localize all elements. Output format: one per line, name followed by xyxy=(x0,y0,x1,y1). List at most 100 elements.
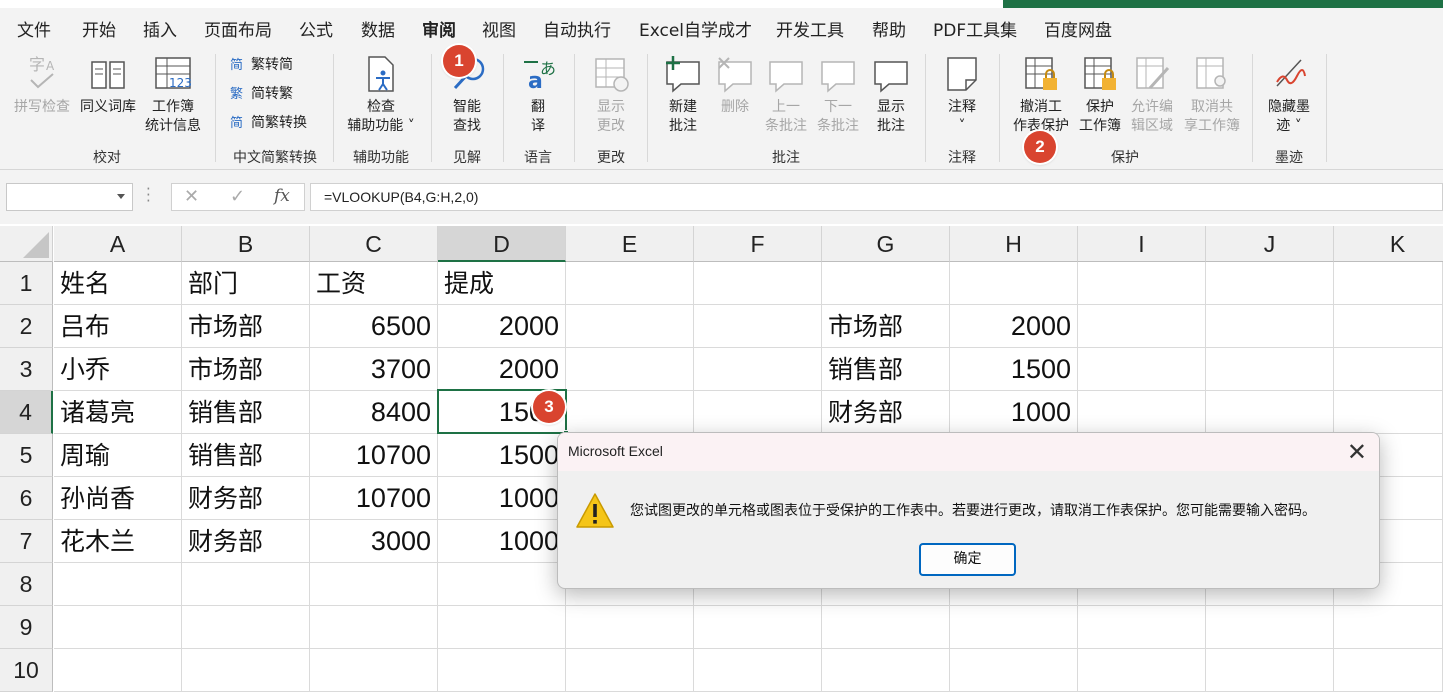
grid-cell[interactable] xyxy=(950,262,1078,305)
grid-cell[interactable] xyxy=(950,649,1078,692)
new-comment-button[interactable]: 新建 批注 xyxy=(654,54,712,136)
select-all-button[interactable] xyxy=(0,226,53,262)
row-header-5[interactable]: 5 xyxy=(0,434,53,477)
grid-cell[interactable] xyxy=(694,262,822,305)
show-changes-button[interactable]: 显示 更改 xyxy=(580,54,642,136)
menu-view[interactable]: 视图 xyxy=(482,16,516,41)
grid-cell[interactable] xyxy=(1206,262,1334,305)
cell-b6[interactable]: 财务部 xyxy=(182,477,310,520)
grid-cell[interactable] xyxy=(438,563,566,606)
menu-page-layout[interactable]: 页面布局 xyxy=(204,16,272,41)
grid-cell[interactable] xyxy=(1206,649,1334,692)
menu-formulas[interactable]: 公式 xyxy=(299,16,333,41)
menu-pdf-tools[interactable]: PDF工具集 xyxy=(933,16,1017,41)
chinese-convert-button[interactable]: 简 简繁转换 xyxy=(229,112,307,132)
grid-cell[interactable] xyxy=(1206,348,1334,391)
cell-d3[interactable]: 2000 xyxy=(438,348,566,391)
grid-cell[interactable] xyxy=(1078,348,1206,391)
grid-cell[interactable] xyxy=(182,606,310,649)
notes-button[interactable]: 注释 ˅ xyxy=(934,54,990,136)
grid-cell[interactable] xyxy=(1334,606,1443,649)
grid-cell[interactable] xyxy=(1334,649,1443,692)
column-header-g[interactable]: G xyxy=(822,226,950,262)
menu-review[interactable]: 审阅 xyxy=(422,16,456,41)
cell-c4[interactable]: 8400 xyxy=(310,391,438,434)
menu-insert[interactable]: 插入 xyxy=(143,16,177,41)
unprotect-sheet-button[interactable]: 撤消工 作表保护 xyxy=(1006,54,1076,136)
grid-cell[interactable] xyxy=(54,563,182,606)
drag-handle-icon[interactable]: · · · xyxy=(146,182,151,209)
column-header-i[interactable]: I xyxy=(1078,226,1206,262)
grid-cell[interactable] xyxy=(694,305,822,348)
cell-d1[interactable]: 提成 xyxy=(438,262,566,305)
grid-cell[interactable] xyxy=(310,563,438,606)
grid-cell[interactable] xyxy=(694,391,822,434)
cell-c2[interactable]: 6500 xyxy=(310,305,438,348)
menu-excel-self-study[interactable]: Excel自学成才 xyxy=(639,16,752,41)
hide-ink-button[interactable]: 隐藏墨 迹 ˅ xyxy=(1260,54,1318,136)
grid-cell[interactable] xyxy=(310,649,438,692)
translate-button[interactable]: aあ 翻 译 xyxy=(509,54,567,136)
cell-c3[interactable]: 3700 xyxy=(310,348,438,391)
grid-cell[interactable] xyxy=(1078,391,1206,434)
cell-a7[interactable]: 花木兰 xyxy=(54,520,182,563)
row-header-8[interactable]: 8 xyxy=(0,563,53,606)
grid-cell[interactable] xyxy=(310,606,438,649)
grid-cell[interactable] xyxy=(694,606,822,649)
grid-cell[interactable] xyxy=(1334,348,1443,391)
spellcheck-button[interactable]: 字A 拼写检查 xyxy=(10,54,74,117)
delete-comment-button[interactable]: 删除 xyxy=(712,54,758,117)
column-header-a[interactable]: A xyxy=(54,226,182,262)
cell-c5[interactable]: 10700 xyxy=(310,434,438,477)
column-header-d[interactable]: D xyxy=(438,226,566,262)
row-header-6[interactable]: 6 xyxy=(0,477,53,520)
cell-c7[interactable]: 3000 xyxy=(310,520,438,563)
cell-b1[interactable]: 部门 xyxy=(182,262,310,305)
grid-cell[interactable] xyxy=(822,606,950,649)
grid-cell[interactable] xyxy=(822,649,950,692)
cell-a4[interactable]: 诸葛亮 xyxy=(54,391,182,434)
unshare-workbook-button[interactable]: 取消共 享工作簿 xyxy=(1180,54,1244,136)
thesaurus-button[interactable]: 同义词库 xyxy=(76,54,140,117)
workbook-statistics-button[interactable]: 123 工作簿 统计信息 xyxy=(140,54,206,136)
cell-d6[interactable]: 1000 xyxy=(438,477,566,520)
cell-c1[interactable]: 工资 xyxy=(310,262,438,305)
allow-edit-ranges-button[interactable]: 允许编 辑区域 xyxy=(1126,54,1178,136)
grid-cell[interactable] xyxy=(566,649,694,692)
enter-icon[interactable]: ✓ xyxy=(230,186,245,207)
cell-a5[interactable]: 周瑜 xyxy=(54,434,182,477)
cell-g4[interactable]: 财务部 xyxy=(822,391,950,434)
cell-b7[interactable]: 财务部 xyxy=(182,520,310,563)
grid-cell[interactable] xyxy=(1206,305,1334,348)
grid-cell[interactable] xyxy=(182,563,310,606)
show-comments-button[interactable]: 显示 批注 xyxy=(866,54,916,136)
row-header-9[interactable]: 9 xyxy=(0,606,53,649)
ok-button[interactable]: 确定 xyxy=(919,543,1016,576)
grid-cell[interactable] xyxy=(566,606,694,649)
grid-cell[interactable] xyxy=(54,649,182,692)
cell-a6[interactable]: 孙尚香 xyxy=(54,477,182,520)
row-header-1[interactable]: 1 xyxy=(0,262,53,305)
menu-developer[interactable]: 开发工具 xyxy=(776,16,844,41)
cell-g3[interactable]: 销售部 xyxy=(822,348,950,391)
formula-input[interactable]: =VLOOKUP(B4,G:H,2,0) xyxy=(310,183,1443,211)
grid-cell[interactable] xyxy=(822,262,950,305)
trad-to-simp-button[interactable]: 简 繁转简 xyxy=(229,54,293,74)
grid-cell[interactable] xyxy=(566,391,694,434)
grid-cell[interactable] xyxy=(1078,649,1206,692)
menu-data[interactable]: 数据 xyxy=(361,16,395,41)
cell-d7[interactable]: 1000 xyxy=(438,520,566,563)
grid-cell[interactable] xyxy=(1078,262,1206,305)
grid-cell[interactable] xyxy=(438,649,566,692)
cell-a3[interactable]: 小乔 xyxy=(54,348,182,391)
menu-file[interactable]: 文件 xyxy=(17,16,51,41)
name-box[interactable] xyxy=(6,183,133,211)
column-header-f[interactable]: F xyxy=(694,226,822,262)
grid-cell[interactable] xyxy=(694,649,822,692)
cell-g2[interactable]: 市场部 xyxy=(822,305,950,348)
previous-comment-button[interactable]: 上一 条批注 xyxy=(760,54,812,136)
cell-a2[interactable]: 吕布 xyxy=(54,305,182,348)
row-header-3[interactable]: 3 xyxy=(0,348,53,391)
cell-h2[interactable]: 2000 xyxy=(950,305,1078,348)
menu-baidu-netdisk[interactable]: 百度网盘 xyxy=(1044,16,1112,41)
